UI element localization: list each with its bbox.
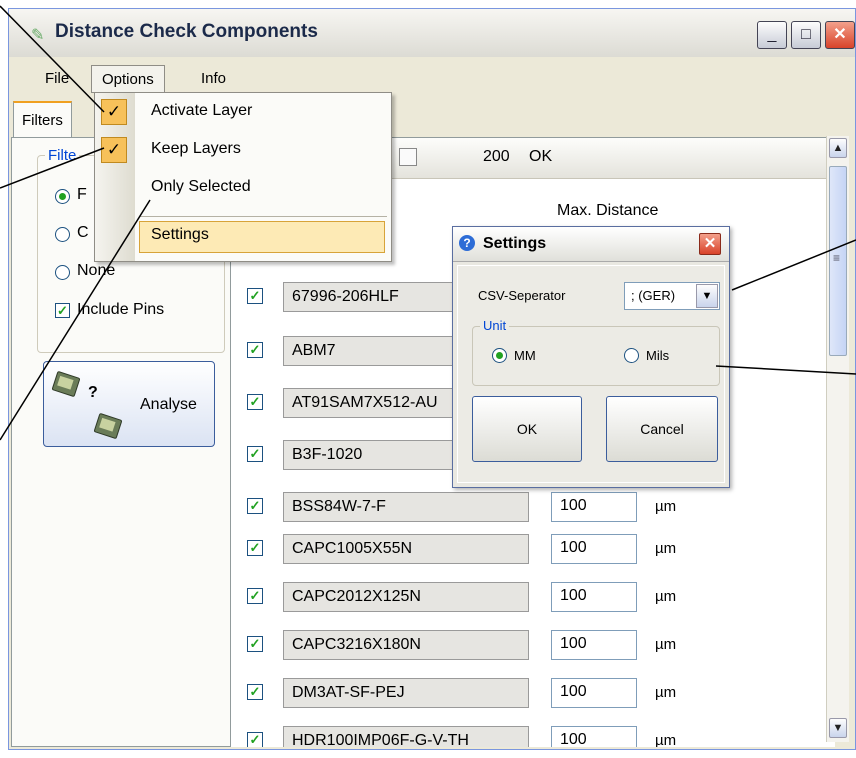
unit-groupbox [472,326,720,386]
filter-radio-c-label: C [77,224,89,241]
row-checkbox[interactable]: ✓ [247,732,263,747]
column-max-distance: Max. Distance [557,202,659,219]
csv-separator-select[interactable]: ; (GER) ▼ [624,282,720,310]
row-checkbox[interactable]: ✓ [247,684,263,700]
distance-unit: µm [655,498,677,515]
maximize-button[interactable]: □ [791,21,821,49]
unit-mils-label: Mils [646,348,670,363]
row-checkbox[interactable]: ✓ [247,540,263,556]
menu-bar: File Options Info [9,57,855,97]
grip-icon: ≡ [833,251,841,265]
row-checkbox[interactable]: ✓ [247,498,263,514]
help-icon: ? [459,235,475,251]
app-icon: ✎ [31,27,45,44]
include-pins-checkbox[interactable]: ✓ [55,303,70,318]
component-name: HDR100IMP06F-G-V-TH [283,726,529,747]
filter-radio-f[interactable] [55,189,70,204]
menu-file[interactable]: File [35,65,79,93]
component-name: BSS84W-7-F [283,492,529,522]
unit-mils-radio[interactable] [624,348,639,363]
filter-radio-c[interactable] [55,227,70,242]
settings-title-bar: ? Settings ✕ [453,227,729,262]
unit-mm-label: MM [514,348,536,363]
minimize-button[interactable]: _ [757,21,787,49]
options-menu: ✓ Activate Layer ✓ Keep Layers Only Sele… [94,92,392,262]
component-name: CAPC3216X180N [283,630,529,660]
menu-info[interactable]: Info [191,65,236,93]
row-checkbox[interactable]: ✓ [247,342,263,358]
include-pins-label: Include Pins [77,301,165,318]
filter-radio-none-label: None [77,262,116,279]
component-name: B3F-1020 [283,440,473,470]
settings-dialog: ? Settings ✕ CSV-Seperator ; (GER) ▼ Uni… [452,226,730,488]
row-checkbox[interactable]: ✓ [247,394,263,410]
scroll-down-button[interactable]: ▼ [829,718,847,738]
row-checkbox[interactable]: ✓ [247,446,263,462]
distance-input[interactable]: 100 [551,582,637,612]
menu-item-activate-layer[interactable]: ✓ Activate Layer [95,97,391,129]
component-name: AT91SAM7X512-AU [283,388,473,418]
unit-mm-radio[interactable] [492,348,507,363]
check-icon: ✓ [101,99,127,125]
filter-group-label: Filte [45,147,80,164]
component-name: ABM7 [283,336,473,366]
menu-options[interactable]: Options [91,65,165,93]
distance-unit: µm [655,540,677,557]
toolbar-value: 200 [483,148,510,165]
distance-unit: µm [655,684,677,701]
filter-radio-none[interactable] [55,265,70,280]
unit-group-label: Unit [480,318,510,333]
settings-cancel-button[interactable]: Cancel [606,396,718,462]
menu-item-label: Settings [151,226,209,243]
row-checkbox[interactable]: ✓ [247,636,263,652]
window-title: Distance Check Components [55,21,318,42]
toolbar-box[interactable] [399,148,417,166]
settings-close-button[interactable]: ✕ [699,233,721,255]
distance-input[interactable]: 100 [551,678,637,708]
chip-icon-2 [93,412,123,440]
analyse-label: Analyse [140,396,197,413]
question-mark: ? [88,384,98,401]
menu-item-keep-layers[interactable]: ✓ Keep Layers [95,135,391,167]
distance-input[interactable]: 100 [551,492,637,522]
row-checkbox[interactable]: ✓ [247,588,263,604]
settings-ok-button[interactable]: OK [472,396,582,462]
chevron-down-icon[interactable]: ▼ [696,284,718,308]
distance-input[interactable]: 100 [551,534,637,564]
csv-separator-label: CSV-Seperator [478,288,566,303]
component-name: CAPC1005X55N [283,534,529,564]
toolbar-ok[interactable]: OK [529,148,552,166]
component-name: CAPC2012X125N [283,582,529,612]
distance-unit: µm [655,636,677,653]
settings-body: CSV-Seperator ; (GER) ▼ Unit MM Mils OK … [457,265,725,483]
tab-filters[interactable]: Filters [13,101,72,137]
menu-separator [139,216,387,217]
csv-separator-value: ; (GER) [631,288,676,303]
distance-input[interactable]: 100 [551,630,637,660]
menu-item-only-selected[interactable]: Only Selected [95,173,391,205]
row-checkbox[interactable]: ✓ [247,288,263,304]
distance-input[interactable]: 100 [551,726,637,747]
vertical-scrollbar[interactable]: ▲ ≡ ▼ [826,136,849,742]
menu-item-label: Keep Layers [151,140,241,157]
component-name: DM3AT-SF-PEJ [283,678,529,708]
distance-unit: µm [655,588,677,605]
scroll-up-button[interactable]: ▲ [829,138,847,158]
check-icon: ✓ [101,137,127,163]
component-name: 67996-206HLF [283,282,473,312]
menu-item-label: Activate Layer [151,102,253,119]
scroll-thumb[interactable]: ≡ [829,166,847,356]
title-bar: ✎ Distance Check Components _ □ ✕ [9,9,855,58]
analyse-button[interactable]: ? Analyse [43,361,215,447]
close-button[interactable]: ✕ [825,21,855,49]
settings-title: Settings [483,235,547,252]
menu-item-label: Only Selected [151,178,251,195]
distance-unit: µm [655,732,677,747]
filter-radio-f-label: F [77,186,87,203]
chip-icon [51,370,81,398]
menu-item-settings-text[interactable]: Settings [95,221,391,253]
